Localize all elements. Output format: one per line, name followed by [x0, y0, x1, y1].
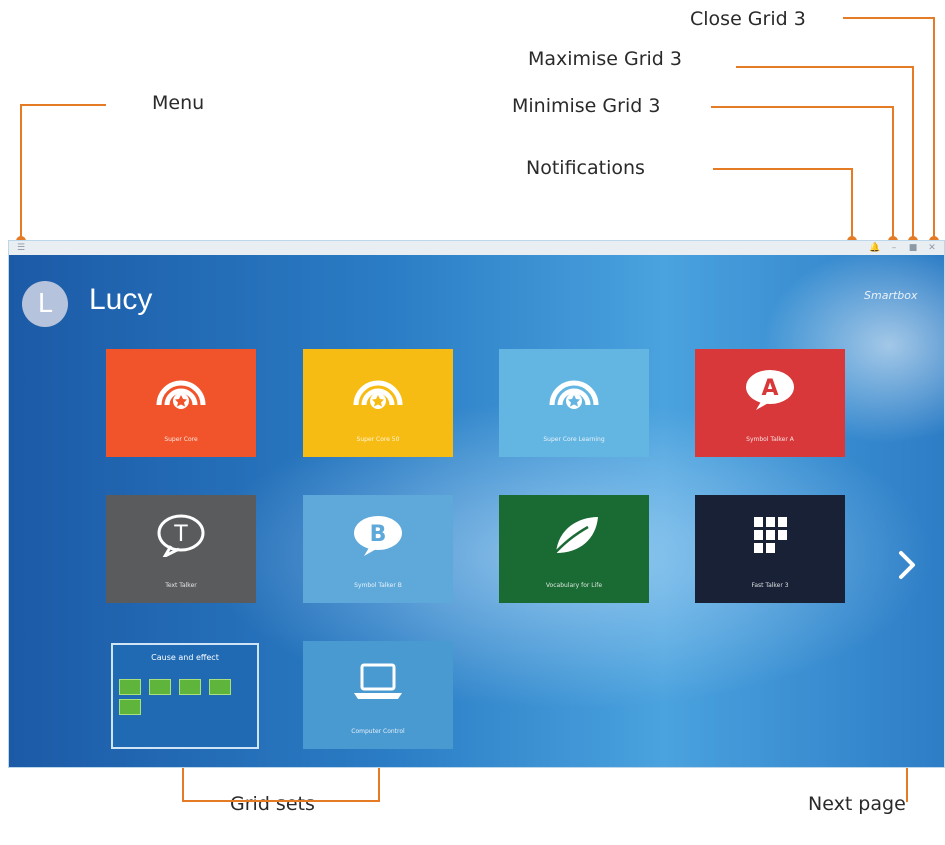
grid-set-tile[interactable]: Cause and effect: [111, 643, 259, 749]
leader-minimise-h: [711, 106, 894, 108]
grid-set-tile[interactable]: Vocabulary for Life: [499, 495, 649, 603]
grid-set-label: Symbol Talker A: [746, 436, 794, 443]
thumbnail-tile: [119, 679, 141, 695]
callout-minimise-grid3: Minimise Grid 3: [512, 95, 661, 117]
maximise-icon[interactable]: ■: [905, 241, 921, 255]
grid-set-label: Super Core 50: [356, 436, 400, 443]
broadcast-star-icon: [549, 380, 599, 409]
leader-notifications-v: [851, 168, 853, 243]
grid-set-label: Vocabulary for Life: [545, 582, 603, 589]
thumbnail-tile: [119, 699, 141, 715]
broadcast-star-icon: [156, 380, 206, 409]
title-bar: ☰ 🔔 – ■ ✕: [9, 241, 944, 255]
leader-menu-h: [20, 104, 106, 106]
grid-set-label: Computer Control: [351, 728, 405, 735]
svg-text:T: T: [173, 522, 188, 547]
grid-set-label: Fast Talker 3: [751, 582, 789, 589]
grid-explorer: L Lucy Smartbox Super Core Super Core 50: [9, 255, 944, 767]
minimise-icon[interactable]: –: [886, 241, 902, 255]
leader-notifications-h: [713, 168, 853, 170]
grid-set-label: Symbol Talker B: [354, 582, 402, 589]
user-name[interactable]: Lucy: [89, 283, 152, 317]
callout-grid-sets: Grid sets: [230, 793, 315, 815]
laptop-icon: [354, 663, 402, 699]
leaf-icon: [551, 517, 598, 557]
callout-close-grid3: Close Grid 3: [690, 8, 806, 30]
bell-icon[interactable]: 🔔: [867, 241, 883, 255]
menu-icon[interactable]: ☰: [13, 241, 29, 255]
leader-close-h: [843, 17, 935, 19]
leader-minimise-v: [892, 106, 894, 243]
speech-t-icon: T: [157, 514, 205, 557]
user-avatar[interactable]: L: [22, 281, 68, 327]
grid-set-tile[interactable]: B Symbol Talker B: [303, 495, 453, 603]
grid-set-tile[interactable]: Super Core Learning: [499, 349, 649, 457]
thumbnail-tile: [179, 679, 201, 695]
leader-maximise-v: [912, 66, 914, 243]
svg-text:A: A: [761, 376, 778, 401]
thumbnail-tile: [209, 679, 231, 695]
grid-set-tile[interactable]: Super Core: [106, 349, 256, 457]
windows-icon: [754, 517, 787, 553]
close-icon[interactable]: ✕: [924, 241, 940, 255]
smartbox-logo: Smartbox: [864, 289, 918, 302]
grid3-window: ☰ 🔔 – ■ ✕ L Lucy Smartbox Super Core Sup…: [8, 240, 945, 768]
speech-b-icon: B: [354, 516, 402, 556]
grid-set-tile[interactable]: A Symbol Talker A: [695, 349, 845, 457]
chevron-right-icon[interactable]: [895, 545, 919, 585]
callout-notifications: Notifications: [526, 157, 645, 179]
grid-set-tile[interactable]: Computer Control: [303, 641, 453, 749]
leader-gridsets-bottom: [182, 800, 380, 802]
grid-set-label: Cause and effect: [151, 653, 219, 662]
leader-menu-v: [20, 104, 22, 243]
grid-set-label: Super Core: [164, 436, 198, 443]
grid-set-label: Text Talker: [165, 582, 197, 589]
callout-maximise-grid3: Maximise Grid 3: [528, 48, 682, 70]
grid-set-label: Super Core Learning: [543, 436, 605, 443]
grid-set-tile[interactable]: Super Core 50: [303, 349, 453, 457]
grid-set-tile[interactable]: T Text Talker: [106, 495, 256, 603]
grid-set-tile[interactable]: Fast Talker 3: [695, 495, 845, 603]
leader-close-v: [933, 17, 935, 243]
svg-text:B: B: [370, 522, 387, 547]
speech-a-icon: A: [746, 370, 794, 410]
callout-menu: Menu: [152, 92, 205, 114]
broadcast-star-icon: [353, 380, 403, 409]
callout-next-page: Next page: [808, 793, 906, 815]
thumbnail-tile: [149, 679, 171, 695]
leader-maximise-h: [736, 66, 914, 68]
